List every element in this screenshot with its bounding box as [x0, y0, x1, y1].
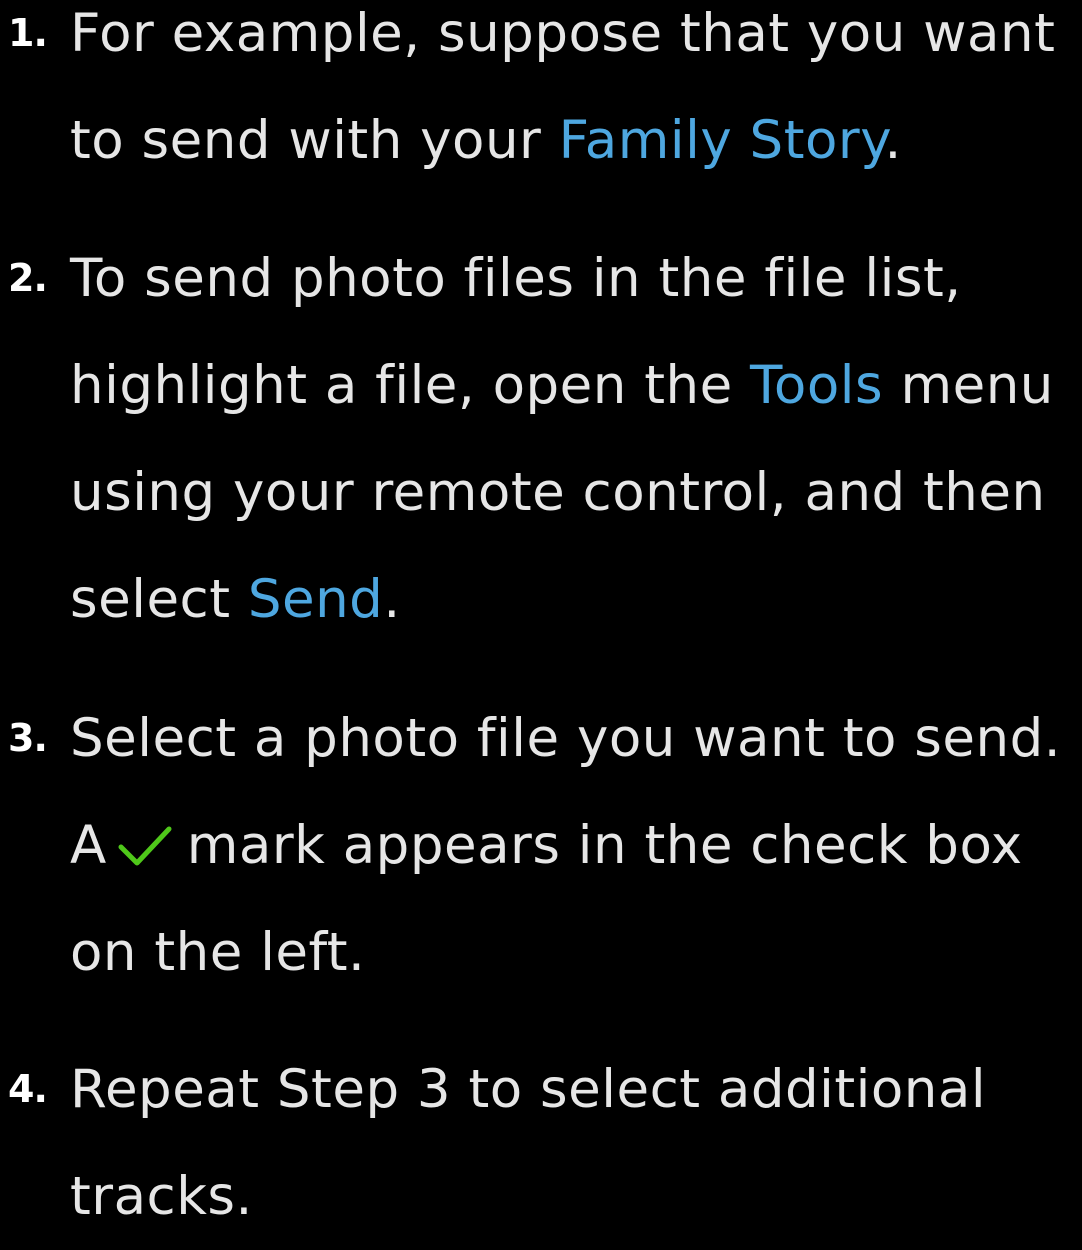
step-2-line-2-text: highlight a file, open the: [70, 355, 751, 416]
step-2-line-2-tail: menu: [883, 355, 1054, 416]
step-3-line-2-text: A: [70, 815, 107, 876]
step-3-line-3: on the left.: [70, 922, 366, 983]
step-4-line-2: tracks.: [70, 1166, 253, 1227]
step-number: 2.: [8, 256, 48, 300]
send-link[interactable]: Send: [248, 569, 383, 630]
step-3-line-2-tail: mark appears in the check box: [186, 815, 1023, 876]
step-3-line-2: Amark appears in the check box: [70, 792, 1080, 899]
step-2-line-4-text: select: [70, 569, 248, 630]
step-3-line-1: Select a photo file you want to send.: [70, 708, 1062, 769]
step-1-line-2-text: to send with your: [70, 110, 559, 171]
step-text: To send photo files in the file list, hi…: [70, 225, 1080, 653]
checkmark-icon: [117, 800, 173, 866]
step-1-period: .: [884, 110, 902, 171]
step-number: 3.: [8, 716, 48, 760]
family-story-link[interactable]: Family Story: [559, 110, 885, 171]
step-1-line-1: For example, suppose that you want: [70, 3, 1056, 64]
tools-menu-link[interactable]: Tools: [750, 355, 883, 416]
step-2-line-3: using your remote control, and then: [70, 462, 1046, 523]
step-2-line-4: select Send.: [70, 546, 1080, 653]
step-number: 4.: [8, 1067, 48, 1111]
step-2-line-2: highlight a file, open the Tools menu: [70, 332, 1080, 439]
step-text: Select a photo file you want to send. Am…: [70, 685, 1080, 1006]
step-number: 1.: [8, 11, 48, 55]
step-text: For example, suppose that you want to se…: [70, 0, 1080, 194]
step-4-line-1: Repeat Step 3 to select additional: [70, 1059, 987, 1120]
step-text: Repeat Step 3 to select additional track…: [70, 1036, 1080, 1250]
step-2-period: .: [383, 569, 401, 630]
step-2-line-1: To send photo files in the file list,: [70, 248, 962, 309]
step-1-line-2: to send with your Family Story.: [70, 87, 1080, 194]
